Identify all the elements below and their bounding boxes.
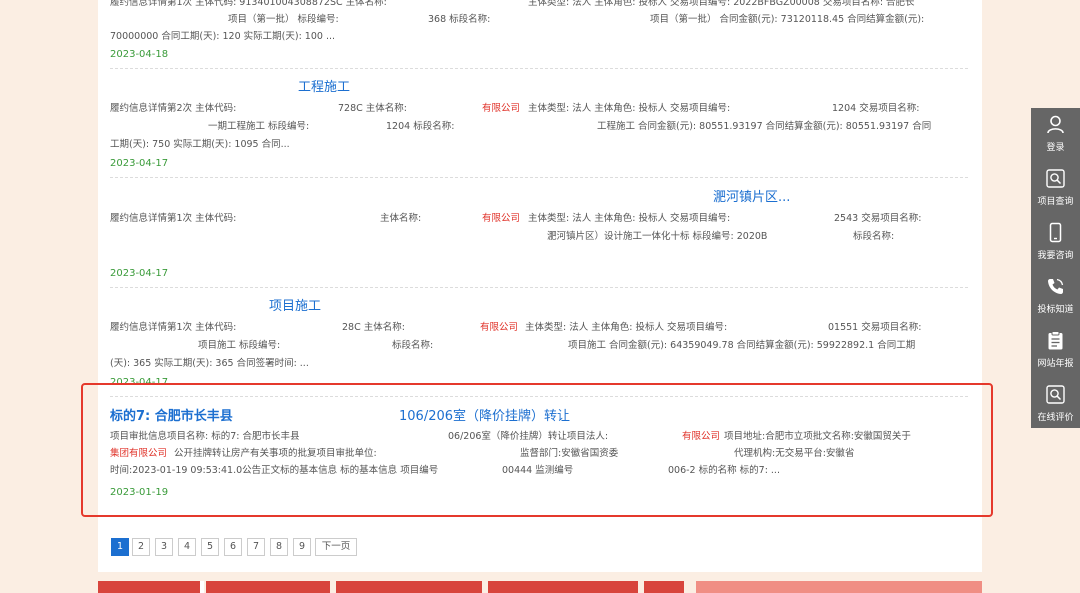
user-icon [1047,115,1064,134]
floating-sidebar: 登录 项目查询 我要咨询 投标知道 网站年报 在线评价 [1031,108,1080,428]
search-icon [1046,169,1065,188]
item-date: 2023-04-17 [110,268,169,279]
item-text: 00444 监测编号 [502,465,574,476]
item-date: 2023-04-17 [110,158,169,169]
item-text: 项目施工 标段编号: [198,340,281,351]
item-text: 01551 交易项目名称: [828,322,922,333]
handset-icon [1048,278,1064,294]
annual-report-button[interactable]: 网站年报 [1031,324,1080,377]
footer-banner [200,581,204,593]
page-button-1[interactable]: 1 [111,538,129,556]
item-date: 2023-04-17 [110,377,169,388]
divider [110,177,968,178]
results-panel: 履约信息详情第1次 主体代码: 913401004308872SC 主体名称: … [98,0,982,572]
page-button-6[interactable]: 6 [224,538,242,556]
item-company-highlight: 集团有限公司 [110,448,168,459]
bidding-button[interactable]: 投标知道 [1031,270,1080,323]
login-label: 登录 [1046,143,1065,153]
item-text: 主体类型: 法人 主体角色: 投标人 交易项目编号: [528,213,731,224]
item-text: 06/206室（降价挂牌）转让项目法人: [448,431,609,442]
item-title[interactable]: 标的7: 合肥市长丰县 [110,405,233,424]
item-title[interactable]: 项目施工 [269,295,321,314]
item-text: 28C 主体名称: [342,322,405,333]
item-text: 368 标段名称: [428,14,491,25]
divider [110,68,968,69]
footer-banner[interactable] [336,581,482,593]
item-text: 履约信息详情第1次 主体代码: [110,213,237,224]
footer-banner[interactable] [644,581,684,593]
project-query-label: 项目查询 [1037,197,1074,207]
page-button-8[interactable]: 8 [270,538,288,556]
item-text: 项目施工 合同金额(元): 64359049.78 合同结算金额(元): 599… [568,340,916,351]
footer-banner[interactable] [488,581,638,593]
page-button-4[interactable]: 4 [178,538,196,556]
divider [110,287,968,288]
item-company-highlight: 有限公司 [682,431,721,442]
page-button-2[interactable]: 2 [132,538,150,556]
item-text: 标段名称: [392,340,434,351]
item-text: 主体类型: 法人 主体角色: 投标人 交易项目编号: 2022BFBGZ0000… [528,0,915,8]
item-text: 监督部门:安徽省国资委 [520,448,619,459]
next-page-button[interactable]: 下一页 [315,538,357,556]
item-text: 一期工程施工 标段编号: [208,121,310,132]
project-query-button[interactable]: 项目查询 [1031,162,1080,215]
page-button-5[interactable]: 5 [201,538,219,556]
item-text: 主体类型: 法人 主体角色: 投标人 交易项目编号: [528,103,731,114]
consult-label: 我要咨询 [1037,251,1074,261]
footer-banner[interactable] [206,581,330,593]
item-text: 公开挂牌转让房产有关事项的批复项目审批单位: [174,448,377,459]
item-title[interactable]: 工程施工 [298,76,350,95]
item-date: 2023-04-18 [110,49,169,60]
item-text: 工期(天): 750 实际工期(天): 1095 合同... [110,139,290,150]
page-button-3[interactable]: 3 [155,538,173,556]
item-text: 主体名称: [380,213,422,224]
item-text: 项目（第一批） 合同金额(元): 73120118.45 合同结算金额(元): [650,14,925,25]
item-text: 履约信息详情第1次 主体代码: 913401004308872SC 主体名称: [110,0,387,8]
item-company-highlight: 有限公司 [482,213,521,224]
footer-banner[interactable] [98,581,200,593]
item-text: 履约信息详情第1次 主体代码: [110,322,237,333]
item-text: 工程施工 合同金额(元): 80551.93197 合同结算金额(元): 805… [597,121,932,132]
divider [110,396,968,397]
item-text: 代理机构:无交易平台:安徽省 [734,448,855,459]
item-text: 2543 交易项目名称: [834,213,922,224]
item-title[interactable]: 淝河镇片区... [713,186,790,205]
item-date: 2023-01-19 [110,487,169,498]
annual-report-label: 网站年报 [1037,359,1074,369]
evaluate-label: 在线评价 [1037,413,1074,423]
item-text: 主体类型: 法人 主体角色: 投标人 交易项目编号: [525,322,728,333]
bidding-label: 投标知道 [1037,305,1074,315]
item-company-highlight: 有限公司 [482,103,521,114]
phone-icon [1049,222,1062,243]
page-button-9[interactable]: 9 [293,538,311,556]
page-button-7[interactable]: 7 [247,538,265,556]
evaluate-button[interactable]: 在线评价 [1031,378,1080,431]
item-text: 1204 标段名称: [386,121,455,132]
clipboard-icon [1048,331,1063,350]
evaluate-icon [1046,385,1065,404]
item-text: 项目（第一批） 标段编号: [228,14,339,25]
item-text: 时间:2023-01-19 09:53:41.0公告正文标的基本信息 标的基本信… [110,465,439,476]
item-text: 淝河镇片区）设计施工一体化十标 标段编号: 2020B [547,231,768,242]
item-text: 728C 主体名称: [338,103,407,114]
footer-banner[interactable] [696,581,982,593]
item-text: (天): 365 实际工期(天): 365 合同签署时间: ... [110,358,309,369]
item-text: 标段名称: [853,231,895,242]
consult-button[interactable]: 我要咨询 [1031,216,1080,269]
item-text: 1204 交易项目名称: [832,103,920,114]
item-company-highlight: 有限公司 [480,322,519,333]
item-text: 履约信息详情第2次 主体代码: [110,103,237,114]
item-text: 项目地址:合肥市立项批文名称:安徽国贸关于 [724,431,911,442]
item-text: 70000000 合同工期(天): 120 实际工期(天): 100 ... [110,31,336,42]
item-text: 项目审批信息项目名称: 标的7: 合肥市长丰县 [110,431,300,442]
item-title-continued[interactable]: 106/206室（降价挂牌）转让 [399,405,570,424]
login-button[interactable]: 登录 [1031,108,1080,161]
item-text: 006-2 标的名称 标的7: ... [668,465,780,476]
